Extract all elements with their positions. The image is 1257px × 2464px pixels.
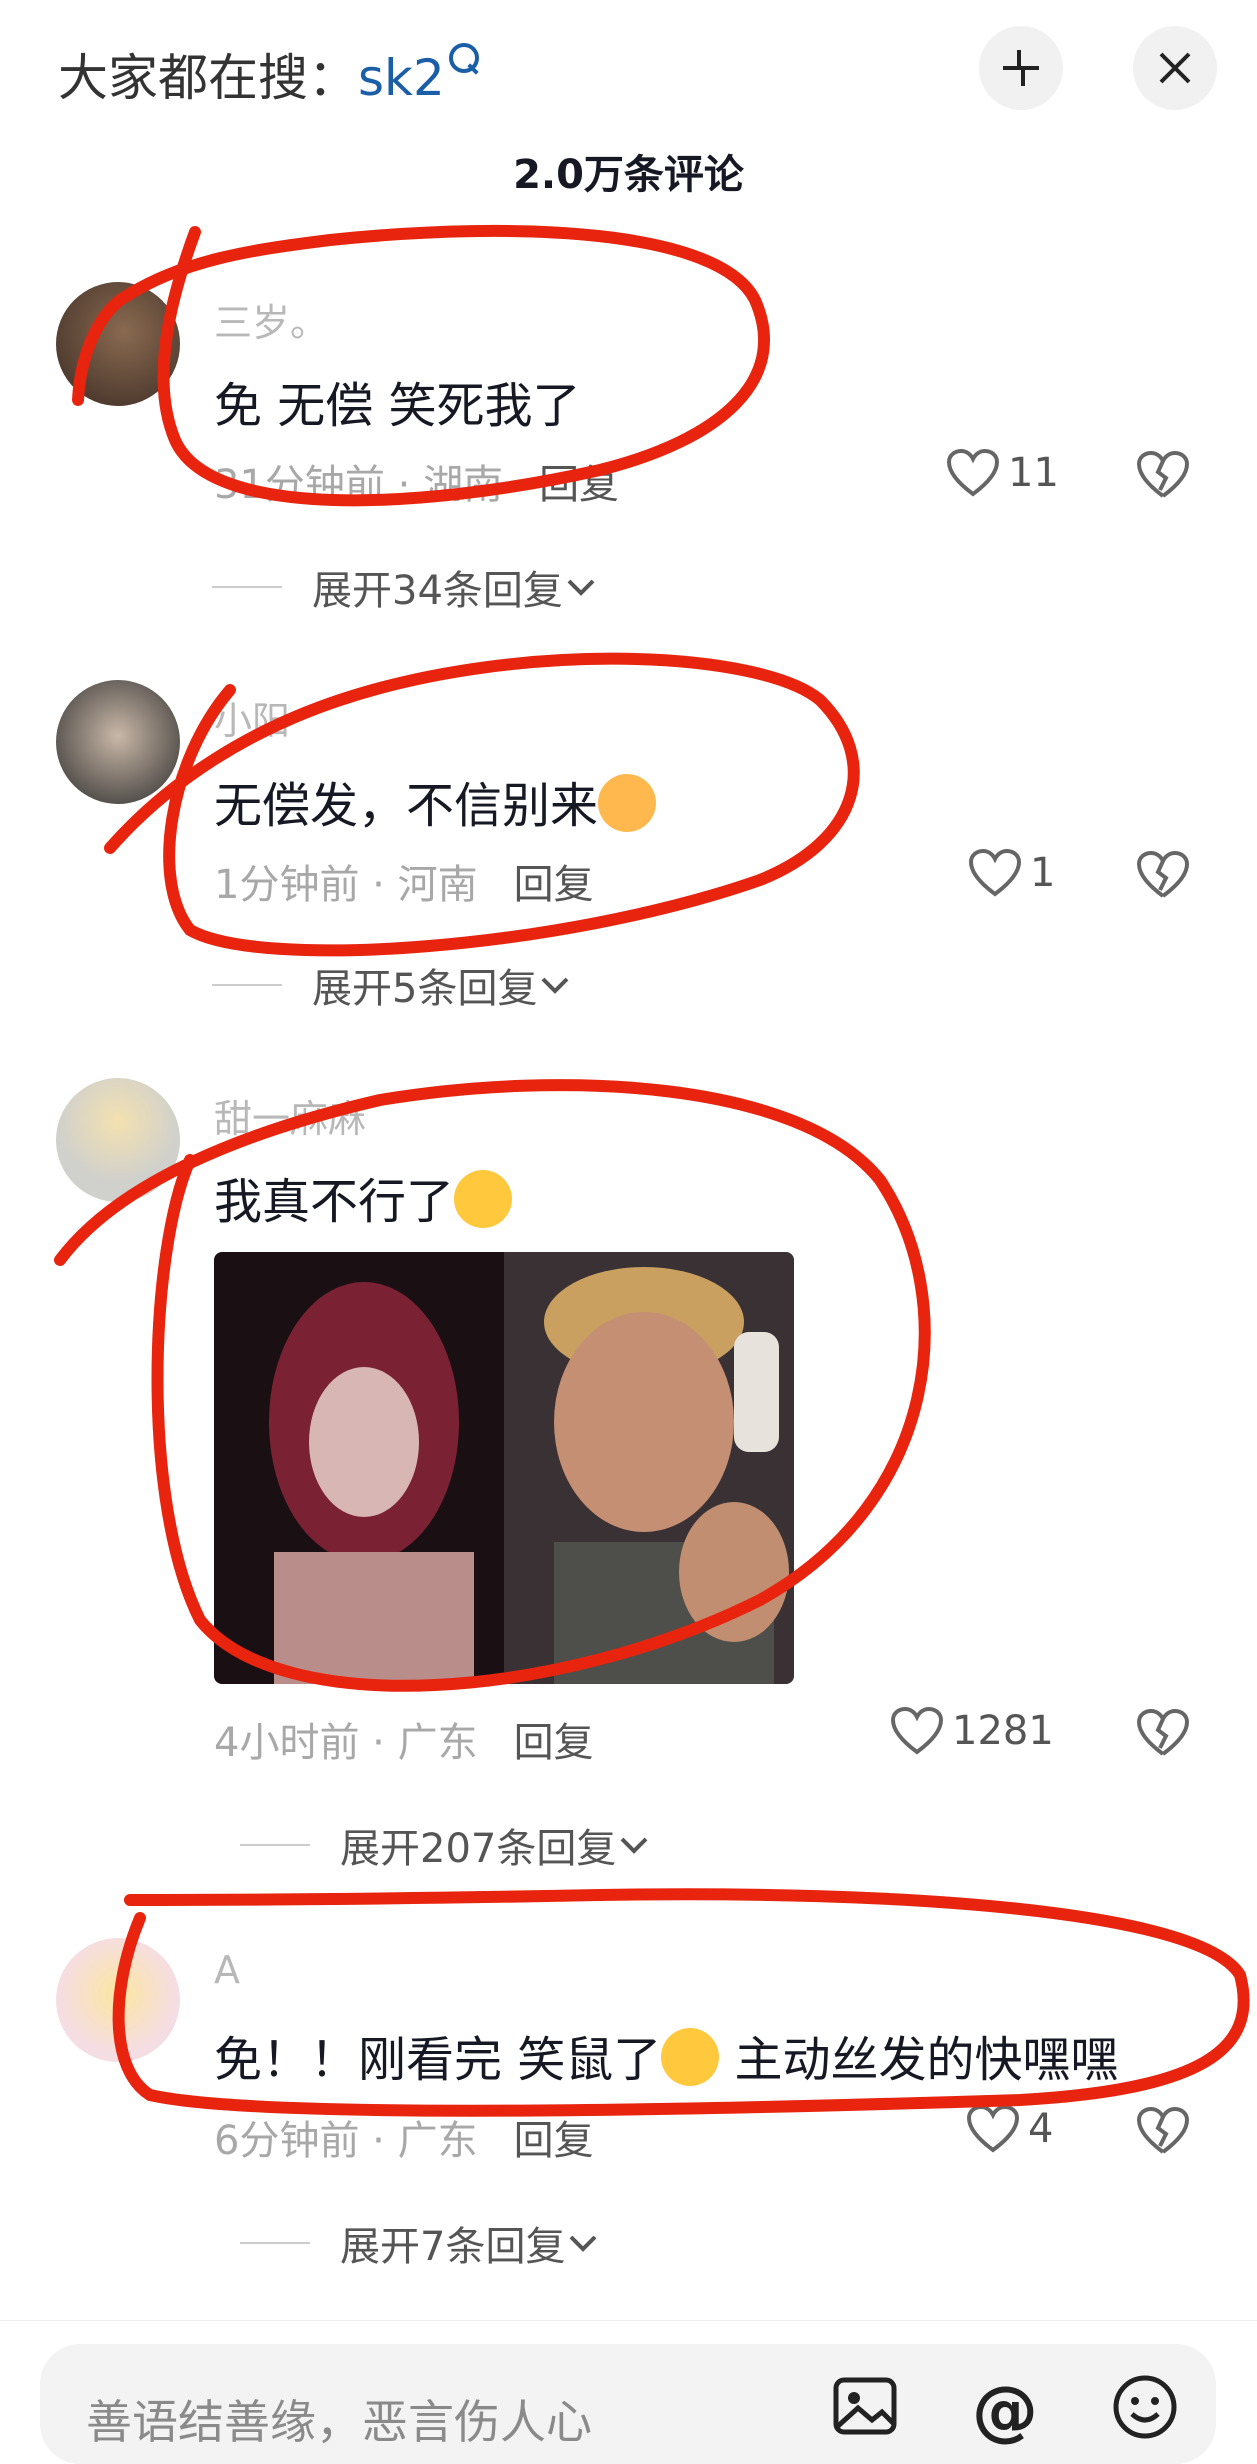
hug-emoji-icon [598, 774, 657, 832]
like-button[interactable]: 4 [966, 2104, 1053, 2154]
like-button[interactable]: 1281 [890, 1706, 1054, 1756]
comment-username[interactable]: 甜一麻麻 [214, 1088, 366, 1143]
dislike-button[interactable] [1136, 850, 1190, 904]
dislike-button[interactable] [1136, 450, 1190, 504]
like-count: 11 [1008, 450, 1059, 496]
expand-label: 展开5条回复 [312, 966, 538, 1012]
expand-replies[interactable]: 展开34条回复 [212, 558, 599, 616]
expand-label: 展开34条回复 [312, 568, 563, 614]
comment-time: 31分钟前 [214, 462, 385, 508]
reply-button[interactable]: 回复 [514, 1720, 594, 1766]
comment-text: 我真不行了 [214, 1162, 513, 1232]
comment-location: 河南 [397, 862, 478, 908]
collapse-button[interactable] [979, 26, 1063, 110]
close-button[interactable] [1133, 26, 1217, 110]
collapse-icon [1003, 50, 1039, 86]
avatar[interactable] [56, 680, 180, 804]
broken-heart-icon [1136, 450, 1190, 498]
comment-input-placeholder: 善语结善缘，恶言伤人心 [86, 2395, 592, 2449]
search-keyword[interactable]: sk2 [358, 49, 445, 107]
close-icon [1159, 52, 1191, 84]
comment-meta: 6分钟前 · 广东 回复 [214, 2118, 594, 2164]
heart-icon [946, 448, 1000, 497]
heart-icon [966, 2104, 1020, 2153]
heart-icon [890, 1706, 944, 1755]
expand-label: 展开7条回复 [340, 2224, 566, 2270]
search-suggestion[interactable]: 大家都在搜：sk2 [58, 38, 479, 110]
comment-text: 免！！刚看完 笑鼠了 主动丝发的快嘿嘿 [214, 2020, 1119, 2090]
comment-text-body-cont: 主动丝发的快嘿嘿 [734, 2032, 1119, 2088]
emoji-button[interactable] [1112, 2374, 1178, 2444]
comment-meta: 1分钟前 · 河南 回复 [214, 862, 594, 908]
comment-text: 无偿发，不信别来 [214, 766, 657, 836]
image-icon [833, 2377, 897, 2435]
dislike-button[interactable] [1136, 2106, 1190, 2160]
comment-username[interactable]: A [214, 1948, 240, 1992]
expand-replies[interactable]: 展开7条回复 [240, 2214, 601, 2272]
chevron-down-icon [570, 2235, 597, 2252]
comment-username[interactable]: 三岁。 [214, 292, 328, 347]
broken-heart-icon [1136, 1708, 1190, 1756]
emoji-icon [1113, 2375, 1177, 2439]
avatar[interactable] [56, 1938, 180, 2062]
crying-laugh-emoji-icon [454, 1170, 513, 1228]
broken-heart-icon [1136, 850, 1190, 898]
search-prefix: 大家都在搜： [58, 49, 358, 107]
comment-time: 4小时前 [214, 1720, 360, 1766]
comment-time: 6分钟前 [214, 2118, 360, 2164]
chevron-down-icon [567, 579, 595, 596]
comment-location: 广东 [397, 2118, 478, 2164]
reply-button[interactable]: 回复 [514, 2118, 594, 2164]
chevron-down-icon [542, 977, 569, 994]
comment-time: 1分钟前 [214, 862, 360, 908]
like-count: 4 [1028, 2106, 1054, 2152]
reply-button[interactable]: 回复 [539, 462, 619, 508]
like-button[interactable]: 1 [968, 848, 1055, 898]
dislike-button[interactable] [1136, 1708, 1190, 1762]
comment-image-graphic [214, 1252, 794, 1684]
like-count: 1 [1030, 850, 1056, 896]
search-icon [448, 43, 479, 73]
comment-text-body: 我真不行了 [214, 1174, 455, 1230]
avatar[interactable] [56, 1078, 180, 1202]
expand-replies[interactable]: 展开207条回复 [240, 1816, 652, 1874]
comment-image[interactable] [214, 1252, 794, 1684]
comment-username[interactable]: 小阳 [214, 690, 290, 745]
image-button[interactable] [832, 2376, 898, 2440]
heart-icon [968, 848, 1022, 897]
at-icon[interactable]: @ [972, 2372, 1038, 2449]
comment-location: 广东 [397, 1720, 478, 1766]
comment-meta: 31分钟前 · 湖南 回复 [214, 462, 620, 508]
broken-heart-icon [1136, 2106, 1190, 2154]
reply-button[interactable]: 回复 [514, 862, 594, 908]
expand-label: 展开207条回复 [340, 1826, 617, 1872]
expand-replies[interactable]: 展开5条回复 [212, 956, 573, 1014]
comment-text: 免 无偿 笑死我了 [214, 378, 581, 434]
comment-count: 2.0万条评论 [513, 152, 744, 198]
comment-meta: 4小时前 · 广东 回复 [214, 1720, 594, 1766]
comment-location: 湖南 [423, 462, 504, 508]
comment-text-body: 免！！刚看完 笑鼠了 [214, 2032, 662, 2088]
like-button[interactable]: 11 [946, 448, 1059, 498]
avatar[interactable] [56, 282, 180, 406]
like-count: 1281 [952, 1708, 1054, 1754]
chevron-down-icon [620, 1837, 648, 1854]
comment-text-body: 无偿发，不信别来 [214, 778, 599, 834]
crying-laugh-emoji-icon [661, 2028, 720, 2086]
